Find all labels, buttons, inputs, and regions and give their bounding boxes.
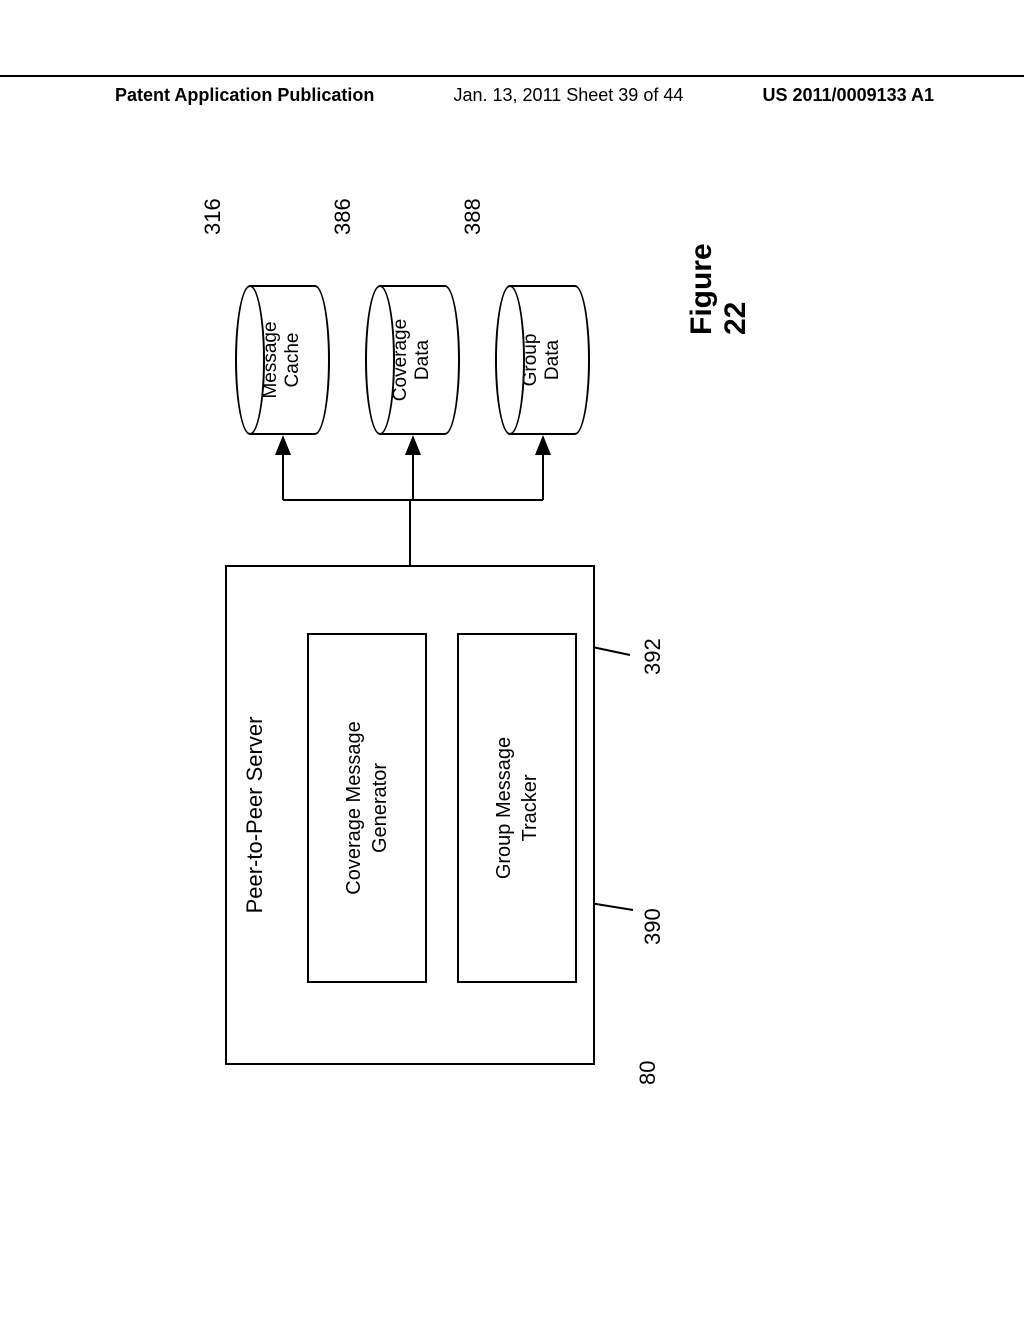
message-cache-cylinder: Message Cache <box>235 285 330 435</box>
group-data-label: Group Data <box>520 334 566 387</box>
group-message-tracker-box: Group Message Tracker <box>457 633 577 983</box>
header-publication: Patent Application Publication <box>115 85 374 106</box>
peer-to-peer-server-box: Peer-to-Peer Server Coverage Message Gen… <box>225 565 595 1065</box>
ref-388: 388 <box>460 198 486 235</box>
diagram-figure-22: Peer-to-Peer Server Coverage Message Gen… <box>5 295 995 1015</box>
ref-386: 386 <box>330 198 356 235</box>
group-tracker-label: Group Message Tracker <box>491 737 543 879</box>
message-cache-label: Message Cache <box>260 321 306 398</box>
coverage-message-generator-box: Coverage Message Generator <box>307 633 427 983</box>
header-sheet-info: Jan. 13, 2011 Sheet 39 of 44 <box>454 85 684 106</box>
figure-number-label: Figure 22 <box>685 243 753 335</box>
server-title: Peer-to-Peer Server <box>242 717 268 914</box>
page-header: Patent Application Publication Jan. 13, … <box>0 75 1024 106</box>
ref-316: 316 <box>200 198 226 235</box>
group-data-cylinder: Group Data <box>495 285 590 435</box>
coverage-generator-label: Coverage Message Generator <box>341 721 393 894</box>
coverage-data-label: Coverage Data <box>390 319 436 401</box>
coverage-data-cylinder: Coverage Data <box>365 285 460 435</box>
ref-392: 392 <box>640 638 666 675</box>
header-patent-number: US 2011/0009133 A1 <box>763 85 934 106</box>
ref-390: 390 <box>640 908 666 945</box>
ref-80: 80 <box>635 1061 661 1085</box>
